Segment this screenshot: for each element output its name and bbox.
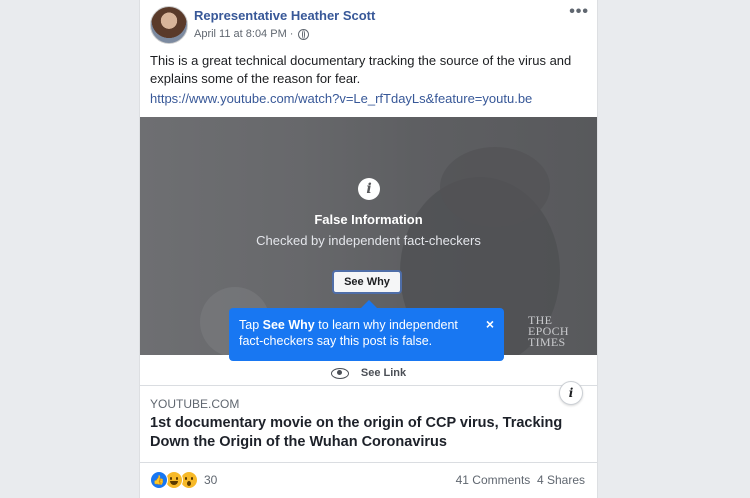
post-card: Representative Heather Scott April 11 at… xyxy=(139,0,598,498)
see-link-label: See Link xyxy=(360,367,407,379)
reaction-count: 30 xyxy=(204,473,218,487)
see-why-button[interactable]: See Why xyxy=(332,270,402,294)
divider xyxy=(140,462,597,463)
author-avatar[interactable] xyxy=(150,6,188,44)
tooltip-bold: See Why xyxy=(262,318,315,332)
link-domain: YOUTUBE.COM xyxy=(150,397,240,411)
see-link-button[interactable]: See Link xyxy=(140,362,597,384)
link-title[interactable]: 1st documentary movie on the origin of C… xyxy=(150,414,580,452)
like-icon xyxy=(150,471,168,489)
globe-icon[interactable] xyxy=(298,28,310,40)
more-options-icon[interactable]: ••• xyxy=(569,3,589,21)
meta-separator: · xyxy=(289,28,294,40)
engagement-stats: 41 Comments 4 Shares xyxy=(456,473,585,487)
author-name[interactable]: Representative Heather Scott xyxy=(194,8,375,23)
epoch-times-watermark: THE EPOCH TIMES xyxy=(528,314,569,349)
post-meta: April 11 at 8:04 PM · xyxy=(194,28,310,40)
link-info-icon[interactable]: i xyxy=(559,381,583,405)
divider xyxy=(140,385,597,386)
false-information-title: False Information xyxy=(314,212,423,227)
fact-check-subtitle: Checked by independent fact-checkers xyxy=(256,233,481,248)
post-body-text: This is a great technical documentary tr… xyxy=(150,53,572,86)
reactions-summary[interactable]: 30 xyxy=(150,471,217,489)
eye-icon xyxy=(330,367,349,379)
tooltip-text: Tap xyxy=(239,318,263,332)
close-icon[interactable]: × xyxy=(486,316,494,332)
see-why-tooltip: Tap See Why to learn why independent fac… xyxy=(229,308,504,361)
watermark-line: TIMES xyxy=(528,335,566,349)
shares-count[interactable]: 4 Shares xyxy=(537,473,585,487)
post-timestamp[interactable]: April 11 at 8:04 PM xyxy=(194,28,287,40)
comments-count[interactable]: 41 Comments xyxy=(456,473,531,487)
info-icon: i xyxy=(358,178,380,200)
post-url-link[interactable]: https://www.youtube.com/watch?v=Le_rfTda… xyxy=(150,91,532,106)
tooltip-arrow xyxy=(361,300,377,308)
